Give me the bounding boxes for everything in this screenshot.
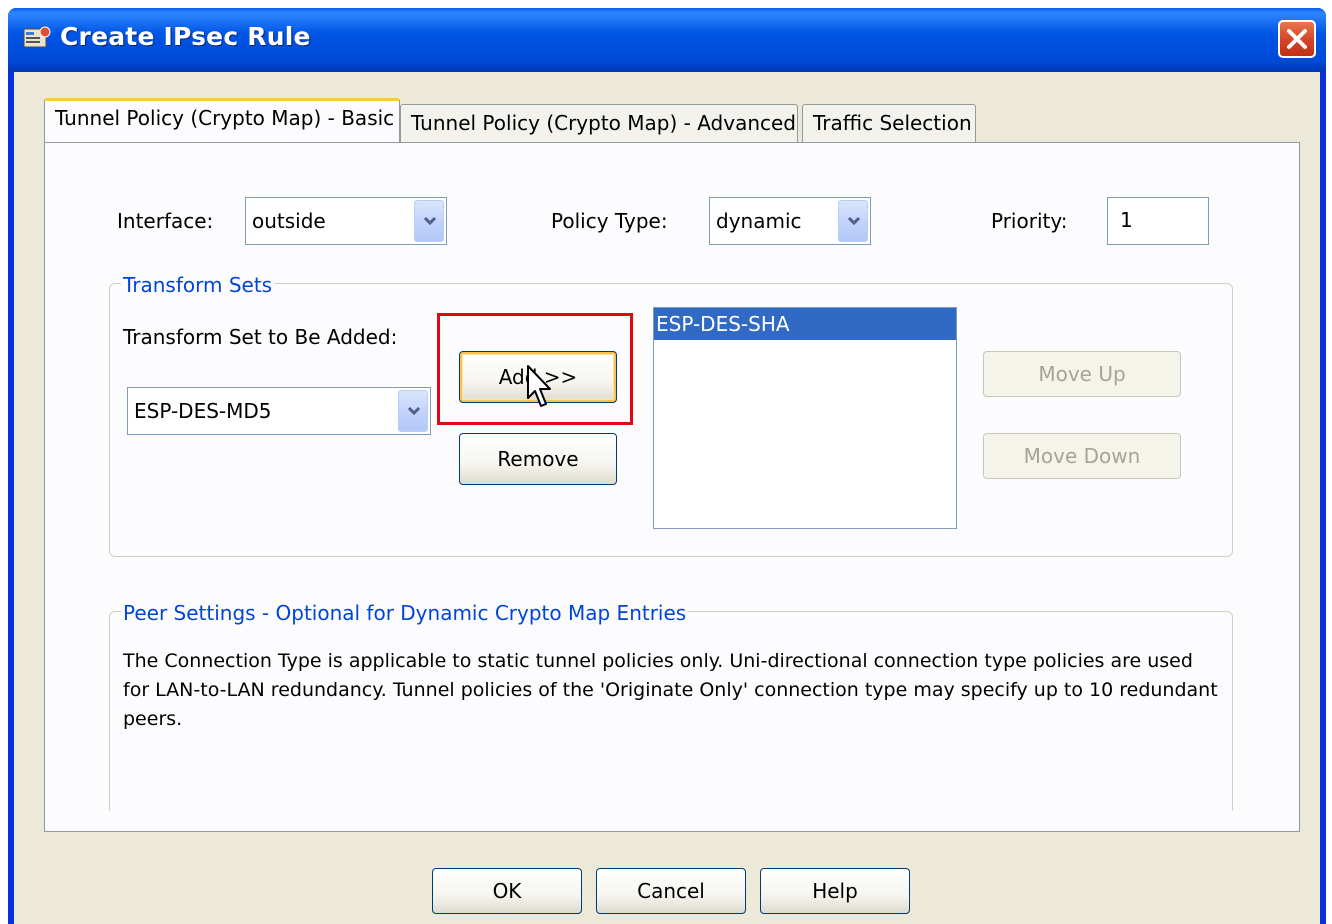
cancel-button[interactable]: Cancel — [596, 868, 746, 914]
dialog-window: Create IPsec Rule Tunnel Policy (Crypto … — [8, 8, 1326, 924]
close-icon — [1287, 29, 1307, 49]
policy-type-value: dynamic — [716, 209, 802, 233]
app-icon — [23, 26, 51, 48]
interface-dropdown-button[interactable] — [414, 200, 444, 242]
transform-set-select[interactable]: ESP-DES-MD5 — [127, 387, 431, 435]
policy-type-dropdown-button[interactable] — [838, 200, 868, 242]
interface-value: outside — [252, 209, 326, 233]
list-item[interactable]: ESP-DES-SHA — [654, 308, 956, 340]
tab-traffic-selection[interactable]: Traffic Selection — [802, 104, 976, 142]
chevron-down-icon — [423, 216, 437, 226]
transform-set-value: ESP-DES-MD5 — [134, 399, 272, 423]
ok-button[interactable]: OK — [432, 868, 582, 914]
chevron-down-icon — [407, 406, 421, 416]
title-bar[interactable]: Create IPsec Rule — [8, 8, 1326, 72]
priority-label: Priority: — [991, 209, 1068, 233]
close-button[interactable] — [1278, 20, 1316, 58]
policy-type-select[interactable]: dynamic — [709, 197, 871, 245]
peer-settings-description: The Connection Type is applicable to sta… — [123, 650, 1218, 730]
window-title: Create IPsec Rule — [60, 22, 311, 51]
tab-tunnel-policy-advanced[interactable]: Tunnel Policy (Crypto Map) - Advanced — [400, 104, 798, 142]
dialog-client-area: Tunnel Policy (Crypto Map) - Basic Tunne… — [14, 72, 1320, 924]
chevron-down-icon — [847, 216, 861, 226]
selected-transform-sets-list[interactable]: ESP-DES-SHA — [653, 307, 957, 529]
priority-input[interactable]: 1 — [1107, 197, 1209, 245]
tab-tunnel-policy-basic[interactable]: Tunnel Policy (Crypto Map) - Basic — [44, 98, 400, 142]
remove-button[interactable]: Remove — [459, 433, 617, 485]
policy-type-label: Policy Type: — [551, 209, 668, 233]
move-up-button[interactable]: Move Up — [983, 351, 1181, 397]
tab-panel: Interface: outside Policy Type: dynamic … — [44, 142, 1300, 832]
transform-set-to-be-added-label: Transform Set to Be Added: — [123, 325, 398, 349]
interface-select[interactable]: outside — [245, 197, 447, 245]
mouse-cursor-icon — [527, 365, 551, 407]
help-button[interactable]: Help — [760, 868, 910, 914]
transform-sets-label: Transform Sets — [121, 273, 275, 297]
move-down-button[interactable]: Move Down — [983, 433, 1181, 479]
transform-set-dropdown-button[interactable] — [398, 390, 428, 432]
interface-label: Interface: — [117, 209, 214, 233]
peer-settings-label: Peer Settings - Optional for Dynamic Cry… — [121, 601, 689, 625]
